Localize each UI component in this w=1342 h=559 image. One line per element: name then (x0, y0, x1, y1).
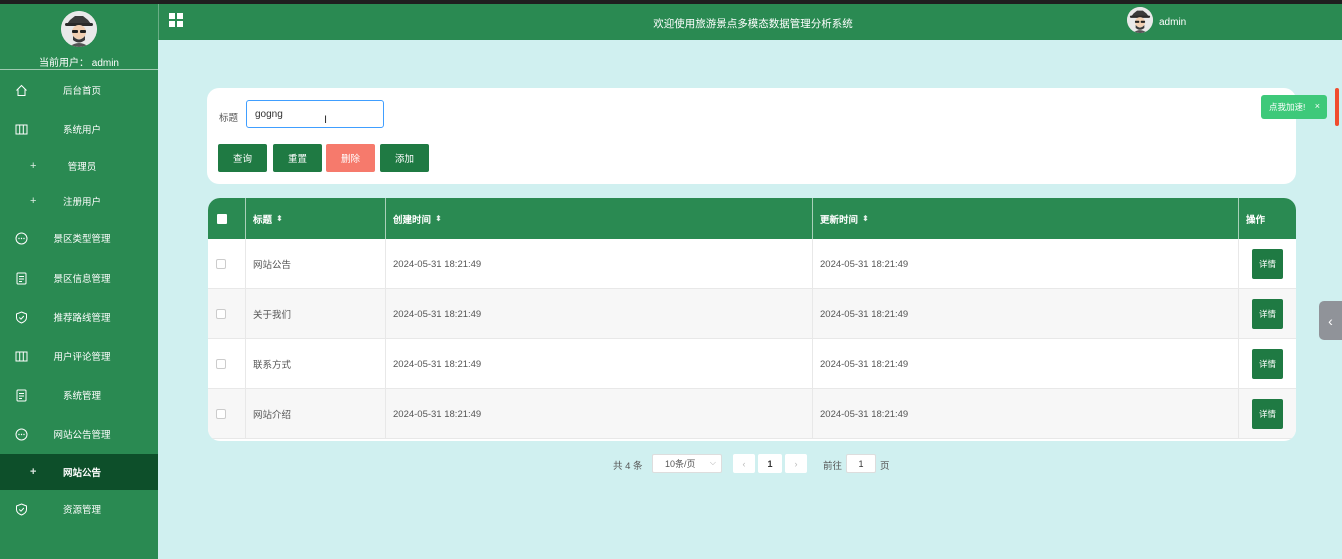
sidebar-item-system[interactable]: 系统管理 (0, 377, 158, 413)
cell-title: 联系方式 (246, 339, 386, 389)
column-header-title[interactable]: 标题 ⬍ (246, 198, 386, 239)
detail-button[interactable]: 详情 (1252, 399, 1283, 429)
cell-created: 2024-05-31 18:21:49 (386, 289, 813, 339)
cell-created: 2024-05-31 18:21:49 (386, 339, 813, 389)
cell-created: 2024-05-31 18:21:49 (386, 389, 813, 439)
column-header-actions: 操作 (1239, 198, 1296, 239)
close-icon[interactable]: × (1315, 101, 1320, 111)
table-row: 关于我们 2024-05-31 18:21:49 2024-05-31 18:2… (208, 289, 1296, 339)
select-all-header (208, 198, 246, 239)
sidebar-item-scenic-info[interactable]: 景区信息管理 (0, 260, 158, 296)
chevron-down-icon: ⌵ (709, 458, 716, 467)
table-row: 网站公告 2024-05-31 18:21:49 2024-05-31 18:2… (208, 239, 1296, 289)
sidebar-item-announcement-mgmt[interactable]: 网站公告管理 (0, 416, 158, 452)
detail-button[interactable]: 详情 (1252, 349, 1283, 379)
header-username[interactable]: admin (1159, 17, 1186, 28)
sort-icon[interactable]: ⬍ (862, 214, 869, 223)
row-select-cell (208, 339, 246, 389)
detail-button[interactable]: 详情 (1252, 299, 1283, 329)
cell-title: 网站公告 (246, 239, 386, 289)
sidebar-item-label: 资源管理 (62, 505, 101, 516)
cell-title: 网站介绍 (246, 389, 386, 439)
sidebar-item-label: 注册用户 (62, 197, 101, 208)
chevron-left-icon: ‹ (1328, 312, 1333, 329)
sidebar-item-scenic-types[interactable]: 景区类型管理 (0, 220, 158, 256)
reset-button[interactable]: 重置 (273, 144, 322, 172)
detail-button[interactable]: 详情 (1252, 249, 1283, 279)
sidebar-item-label: 用户评论管理 (53, 352, 111, 363)
column-header-created[interactable]: 创建时间 ⬍ (386, 198, 813, 239)
cell-updated: 2024-05-31 18:21:49 (813, 239, 1239, 289)
sidebar-item-system-users[interactable]: 系统用户 (0, 111, 158, 147)
cell-updated: 2024-05-31 18:21:49 (813, 289, 1239, 339)
current-user-label: 当前用户： admin (38, 58, 119, 69)
table-row: 联系方式 2024-05-31 18:21:49 2024-05-31 18:2… (208, 339, 1296, 389)
page-size-value: 10条/页 (665, 459, 696, 469)
sidebar-item-home[interactable]: 后台首页 (0, 72, 158, 108)
select-all-checkbox[interactable] (217, 213, 227, 224)
sidebar-item-comments[interactable]: 用户评论管理 (0, 338, 158, 374)
column-header-label: 更新时间 (820, 214, 859, 226)
sort-icon[interactable]: ⬍ (276, 214, 283, 223)
chevron-right-icon: › (794, 458, 798, 469)
sidebar-item-admins[interactable]: + 管理员 (0, 148, 158, 184)
page-number-button[interactable]: 1 (758, 454, 782, 473)
sidebar: 当前用户： admin 后台首页 系统用户 + 管理员 + 注册用户 景区类型管… (0, 4, 158, 559)
sidebar-item-label: 管理员 (67, 162, 97, 173)
query-button[interactable]: 查询 (218, 144, 267, 172)
cell-title: 关于我们 (246, 289, 386, 339)
column-header-label: 创建时间 (393, 214, 432, 226)
top-header: 欢迎使用旅游景点多模态数据管理分析系统 admin (158, 4, 1342, 40)
avatar[interactable] (1127, 7, 1153, 33)
speedup-toast[interactable]: 点我加速! × (1261, 95, 1327, 119)
row-checkbox[interactable] (216, 309, 226, 319)
row-select-cell (208, 289, 246, 339)
column-header-label: 操作 (1246, 214, 1266, 226)
announcement-table: 标题 ⬍ 创建时间 ⬍ 更新时间 ⬍ 操作 网站公告 2024-05-31 18:21… (208, 198, 1296, 441)
sidebar-item-label: 网站公告管理 (53, 430, 111, 441)
search-input[interactable] (246, 100, 384, 128)
sidebar-item-label: 系统用户 (62, 125, 101, 136)
sidebar-item-label: 系统管理 (62, 391, 101, 402)
add-button[interactable]: 添加 (380, 144, 429, 172)
pagination-total: 共 4 条 (613, 461, 643, 472)
avatar[interactable] (61, 11, 97, 47)
toast-text: 点我加速! (1269, 102, 1306, 112)
goto-page-input[interactable]: 1 (846, 454, 876, 473)
next-page-button[interactable]: › (785, 454, 807, 473)
sidebar-item-label: 网站公告 (62, 468, 101, 479)
row-checkbox[interactable] (216, 259, 226, 269)
row-select-cell (208, 239, 246, 289)
cell-created: 2024-05-31 18:21:49 (386, 239, 813, 289)
sidebar-item-routes[interactable]: 推荐路线管理 (0, 299, 158, 335)
cell-updated: 2024-05-31 18:21:49 (813, 339, 1239, 389)
page-size-select[interactable]: 10条/页 ⌵ (652, 454, 722, 473)
search-label: 标题 (219, 113, 239, 124)
prev-page-button[interactable]: ‹ (733, 454, 755, 473)
table-row: 网站介绍 2024-05-31 18:21:49 2024-05-31 18:2… (208, 389, 1296, 439)
column-header-label: 标题 (253, 214, 273, 226)
row-select-cell (208, 389, 246, 439)
sidebar-item-label: 后台首页 (62, 86, 101, 97)
sidebar-item-resources[interactable]: 资源管理 (0, 491, 158, 527)
sidebar-item-label: 推荐路线管理 (53, 313, 111, 324)
sidebar-item-label: 景区信息管理 (53, 274, 111, 285)
cell-updated: 2024-05-31 18:21:49 (813, 389, 1239, 439)
row-checkbox[interactable] (216, 409, 226, 419)
sidebar-item-announcements[interactable]: + 网站公告 (0, 454, 158, 490)
text-cursor-icon: I (324, 114, 328, 126)
chevron-left-icon: ‹ (742, 458, 746, 469)
sidebar-item-registered-users[interactable]: + 注册用户 (0, 183, 158, 219)
row-checkbox[interactable] (216, 359, 226, 369)
notification-edge-marker (1335, 88, 1339, 126)
search-panel: 标题 I 查询 重置 删除 添加 (207, 88, 1296, 184)
sort-icon[interactable]: ⬍ (435, 214, 442, 223)
collapse-panel-tab[interactable]: ‹ (1319, 301, 1342, 340)
delete-button[interactable]: 删除 (326, 144, 375, 172)
goto-label: 前往 (823, 461, 843, 472)
page-suffix-label: 页 (880, 461, 890, 472)
sidebar-user-panel: 当前用户： admin (0, 4, 158, 70)
column-header-updated[interactable]: 更新时间 ⬍ (813, 198, 1239, 239)
sidebar-item-label: 景区类型管理 (53, 234, 111, 245)
